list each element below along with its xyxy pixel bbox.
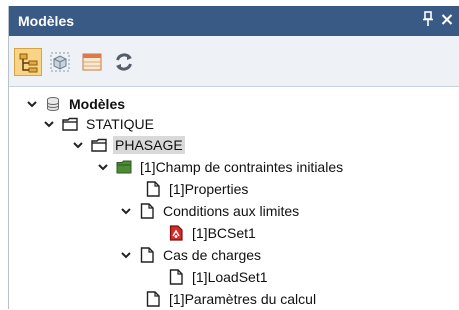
- tree-node-label: PHASAGE: [113, 136, 185, 154]
- tree-view-icon: [19, 53, 38, 73]
- pin-icon[interactable]: [420, 11, 436, 31]
- tree-node-label: [1]Champ de contraintes initiales: [140, 159, 344, 175]
- tree-node-champ[interactable]: [1]Champ de contraintes initiales: [96, 156, 345, 178]
- document-icon: [145, 291, 161, 307]
- table-view-button[interactable]: [78, 48, 106, 76]
- boundary-set-icon: [168, 225, 184, 241]
- chevron-down-icon[interactable]: [119, 248, 133, 262]
- tree-node-label: [1]BCSet1: [192, 225, 256, 241]
- tree-node-modeles[interactable]: Modèles: [25, 93, 127, 115]
- document-icon: [145, 181, 161, 197]
- chevron-down-icon[interactable]: [119, 204, 133, 218]
- chevron-down-icon[interactable]: [42, 117, 56, 131]
- folder-icon: [62, 116, 78, 132]
- green-folder-icon: [116, 159, 132, 175]
- tree-node-conditions[interactable]: Conditions aux limites: [119, 200, 301, 222]
- tree-node-label: STATIQUE: [86, 116, 154, 132]
- document-icon: [139, 247, 155, 263]
- tree-node-label: [1]Properties: [169, 181, 249, 197]
- panel-toolbar: [9, 36, 459, 87]
- 3d-view-button[interactable]: [46, 48, 74, 76]
- tree-node-properties[interactable]: [1]Properties: [145, 178, 250, 200]
- refresh-button[interactable]: [110, 48, 138, 76]
- chevron-down-icon[interactable]: [71, 138, 85, 152]
- table-view-icon: [82, 53, 102, 71]
- document-icon: [168, 269, 184, 285]
- models-panel: Modèles Modèles STATIQUE PHASAGE [1]Cham…: [8, 6, 459, 309]
- tree-node-label: [1]LoadSet1: [192, 269, 268, 285]
- folder-icon: [91, 137, 107, 153]
- tree-node-phasage[interactable]: PHASAGE: [71, 134, 185, 156]
- tree-node-statique[interactable]: STATIQUE: [42, 113, 156, 135]
- tree-node-label: [1]Paramètres du calcul: [169, 291, 317, 307]
- close-icon[interactable]: [439, 11, 455, 31]
- 3d-view-icon: [50, 52, 70, 72]
- model-tree: Modèles STATIQUE PHASAGE [1]Champ de con…: [9, 86, 459, 309]
- tree-node-label: Conditions aux limites: [163, 203, 300, 219]
- tree-node-loadset[interactable]: [1]LoadSet1: [168, 266, 270, 288]
- panel-titlebar: Modèles: [9, 6, 459, 36]
- tree-node-label: Cas de charges: [163, 247, 262, 263]
- tree-node-bcset[interactable]: [1]BCSet1: [168, 222, 258, 244]
- chevron-down-icon[interactable]: [25, 97, 39, 111]
- tree-view-button[interactable]: [14, 48, 42, 76]
- chevron-down-icon[interactable]: [96, 160, 110, 174]
- refresh-icon: [116, 53, 132, 71]
- document-icon: [139, 203, 155, 219]
- panel-title: Modèles: [18, 13, 75, 29]
- tree-node-cas[interactable]: Cas de charges: [119, 244, 263, 266]
- tree-node-label: Modèles: [69, 96, 126, 112]
- database-icon: [45, 96, 61, 112]
- tree-node-parametres[interactable]: [1]Paramètres du calcul: [145, 288, 318, 310]
